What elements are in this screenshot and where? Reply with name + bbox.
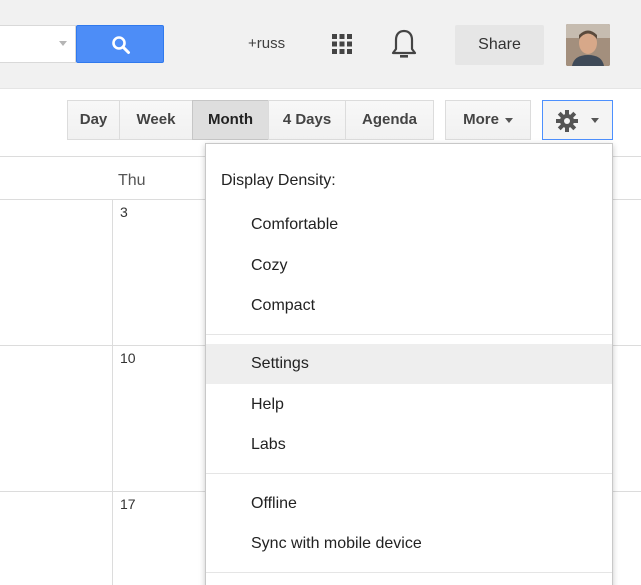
view-day-button[interactable]: Day bbox=[67, 100, 120, 140]
chevron-down-icon bbox=[504, 117, 513, 123]
more-button[interactable]: More bbox=[445, 100, 531, 140]
view-month-button[interactable]: Month bbox=[192, 100, 269, 140]
search-input[interactable] bbox=[0, 25, 76, 63]
date-number[interactable]: 17 bbox=[120, 496, 136, 512]
apps-grid-icon[interactable] bbox=[331, 33, 353, 60]
settings-dropdown-menu: Display Density: Comfortable Cozy Compac… bbox=[205, 143, 613, 585]
date-number[interactable]: 3 bbox=[120, 204, 128, 220]
view-week-button[interactable]: Week bbox=[119, 100, 193, 140]
menu-item-help[interactable]: Help bbox=[206, 385, 612, 425]
calendar-window: +russ Share Day Week Month 4 Days Agenda… bbox=[0, 0, 641, 585]
menu-divider bbox=[206, 334, 612, 335]
view-4days-button[interactable]: 4 Days bbox=[268, 100, 346, 140]
search-icon bbox=[112, 36, 130, 54]
bell-icon[interactable] bbox=[390, 28, 418, 65]
date-number[interactable]: 10 bbox=[120, 350, 136, 366]
search-button[interactable] bbox=[76, 25, 164, 63]
menu-item-sync-mobile[interactable]: Sync with mobile device bbox=[206, 524, 612, 564]
menu-item-labs[interactable]: Labs bbox=[206, 425, 612, 465]
top-bar: +russ Share bbox=[0, 0, 641, 89]
chevron-down-icon bbox=[591, 118, 599, 123]
grid-column-line bbox=[112, 199, 113, 585]
display-density-heading: Display Density: bbox=[221, 172, 336, 189]
day-header-thu: Thu bbox=[118, 172, 146, 189]
gear-icon bbox=[556, 110, 578, 132]
share-button[interactable]: Share bbox=[455, 25, 544, 65]
settings-gear-button[interactable] bbox=[542, 100, 613, 140]
menu-divider bbox=[206, 473, 612, 474]
menu-divider bbox=[206, 572, 612, 573]
view-toolbar: Day Week Month 4 Days Agenda More bbox=[0, 100, 641, 144]
menu-item-settings[interactable]: Settings bbox=[206, 344, 612, 384]
user-profile-link[interactable]: +russ bbox=[248, 35, 285, 52]
avatar[interactable] bbox=[566, 24, 610, 66]
view-agenda-button[interactable]: Agenda bbox=[345, 100, 434, 140]
menu-item-comfortable[interactable]: Comfortable bbox=[206, 205, 612, 245]
menu-item-cozy[interactable]: Cozy bbox=[206, 246, 612, 286]
menu-item-offline[interactable]: Offline bbox=[206, 484, 612, 524]
menu-item-compact[interactable]: Compact bbox=[206, 286, 612, 326]
chevron-down-icon[interactable] bbox=[59, 41, 67, 46]
more-label: More bbox=[463, 111, 499, 128]
